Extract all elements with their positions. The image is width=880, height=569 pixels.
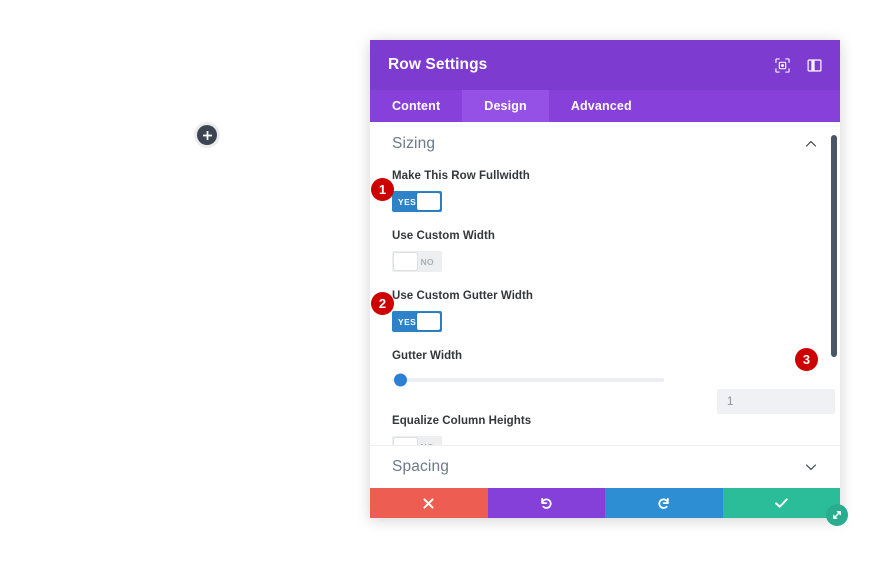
field-gutter-width: Gutter Width 1 — [392, 346, 835, 414]
toggle-value-label: YES — [398, 316, 417, 327]
field-label: Gutter Width — [392, 350, 463, 362]
modal-body: Sizing Make This Row Fullwidth YES Use C… — [370, 122, 840, 488]
diagonal-resize-icon — [833, 511, 841, 519]
chevron-down-icon — [805, 463, 817, 470]
header-icon-group — [774, 57, 822, 73]
field-use-custom-gutter-width: Use Custom Gutter Width YES — [392, 286, 818, 346]
resize-handle[interactable] — [826, 504, 848, 526]
modal-footer — [370, 488, 840, 518]
toggle-knob — [394, 253, 417, 270]
slider-handle[interactable] — [394, 373, 407, 387]
callout-badge-1: 1 — [371, 178, 394, 201]
field-label: Use Custom Gutter Width — [392, 290, 533, 302]
vertical-scrollbar[interactable] — [831, 122, 837, 488]
plus-icon — [202, 130, 212, 140]
sizing-fields: Make This Row Fullwidth YES Use Custom W… — [370, 166, 840, 471]
field-label: Equalize Column Heights — [392, 415, 532, 427]
gutter-width-slider[interactable] — [392, 371, 664, 389]
redo-button[interactable] — [605, 488, 723, 518]
slider-track — [392, 378, 664, 382]
gutter-width-control: 1 — [392, 371, 835, 414]
chevron-up-icon — [805, 141, 817, 147]
modal-tab-bar: Content Design Advanced — [370, 90, 840, 122]
save-button[interactable] — [722, 488, 840, 518]
toggle-knob — [417, 313, 440, 330]
toggle-use-custom-gutter-width[interactable]: YES — [392, 311, 442, 332]
builder-canvas: Row Settings Content Design Advanced Siz… — [0, 0, 880, 569]
field-use-custom-width: Use Custom Width NO — [392, 226, 818, 286]
undo-button[interactable] — [487, 488, 605, 518]
tab-content[interactable]: Content — [370, 90, 462, 122]
tab-design[interactable]: Design — [462, 90, 549, 122]
gutter-width-input[interactable]: 1 — [717, 389, 835, 414]
scrollbar-thumb[interactable] — [831, 135, 837, 357]
callout-badge-3: 3 — [795, 348, 818, 371]
tab-advanced[interactable]: Advanced — [549, 90, 654, 122]
gutter-width-value: 1 — [727, 395, 734, 408]
redo-arrow-icon — [658, 497, 669, 509]
modal-header: Row Settings — [370, 40, 840, 90]
toggle-make-row-fullwidth[interactable]: YES — [392, 191, 442, 212]
panel-layout-icon[interactable] — [806, 57, 822, 73]
page-title: Row Settings — [388, 56, 488, 73]
add-module-button[interactable] — [197, 125, 217, 145]
section-spacing[interactable]: Spacing — [370, 445, 840, 488]
toggle-value-label: YES — [398, 196, 417, 207]
section-header-sizing[interactable]: Sizing — [370, 122, 840, 166]
close-x-icon — [423, 497, 434, 509]
undo-arrow-icon — [541, 497, 552, 509]
toggle-value-label: NO — [420, 256, 434, 267]
section-title-spacing: Spacing — [392, 457, 450, 475]
toggle-knob — [417, 193, 440, 210]
field-make-row-fullwidth: Make This Row Fullwidth YES — [392, 166, 818, 226]
cancel-button[interactable] — [370, 488, 488, 518]
callout-badge-2: 2 — [371, 292, 394, 315]
toggle-use-custom-width[interactable]: NO — [392, 251, 442, 272]
row-settings-modal: Row Settings Content Design Advanced Siz… — [370, 40, 848, 526]
section-header-spacing[interactable]: Spacing — [370, 446, 840, 487]
field-label: Make This Row Fullwidth — [392, 170, 530, 182]
responsive-preview-icon[interactable] — [774, 57, 790, 73]
checkmark-icon — [774, 498, 788, 508]
field-label: Use Custom Width — [392, 230, 495, 242]
section-title-sizing: Sizing — [392, 135, 436, 152]
